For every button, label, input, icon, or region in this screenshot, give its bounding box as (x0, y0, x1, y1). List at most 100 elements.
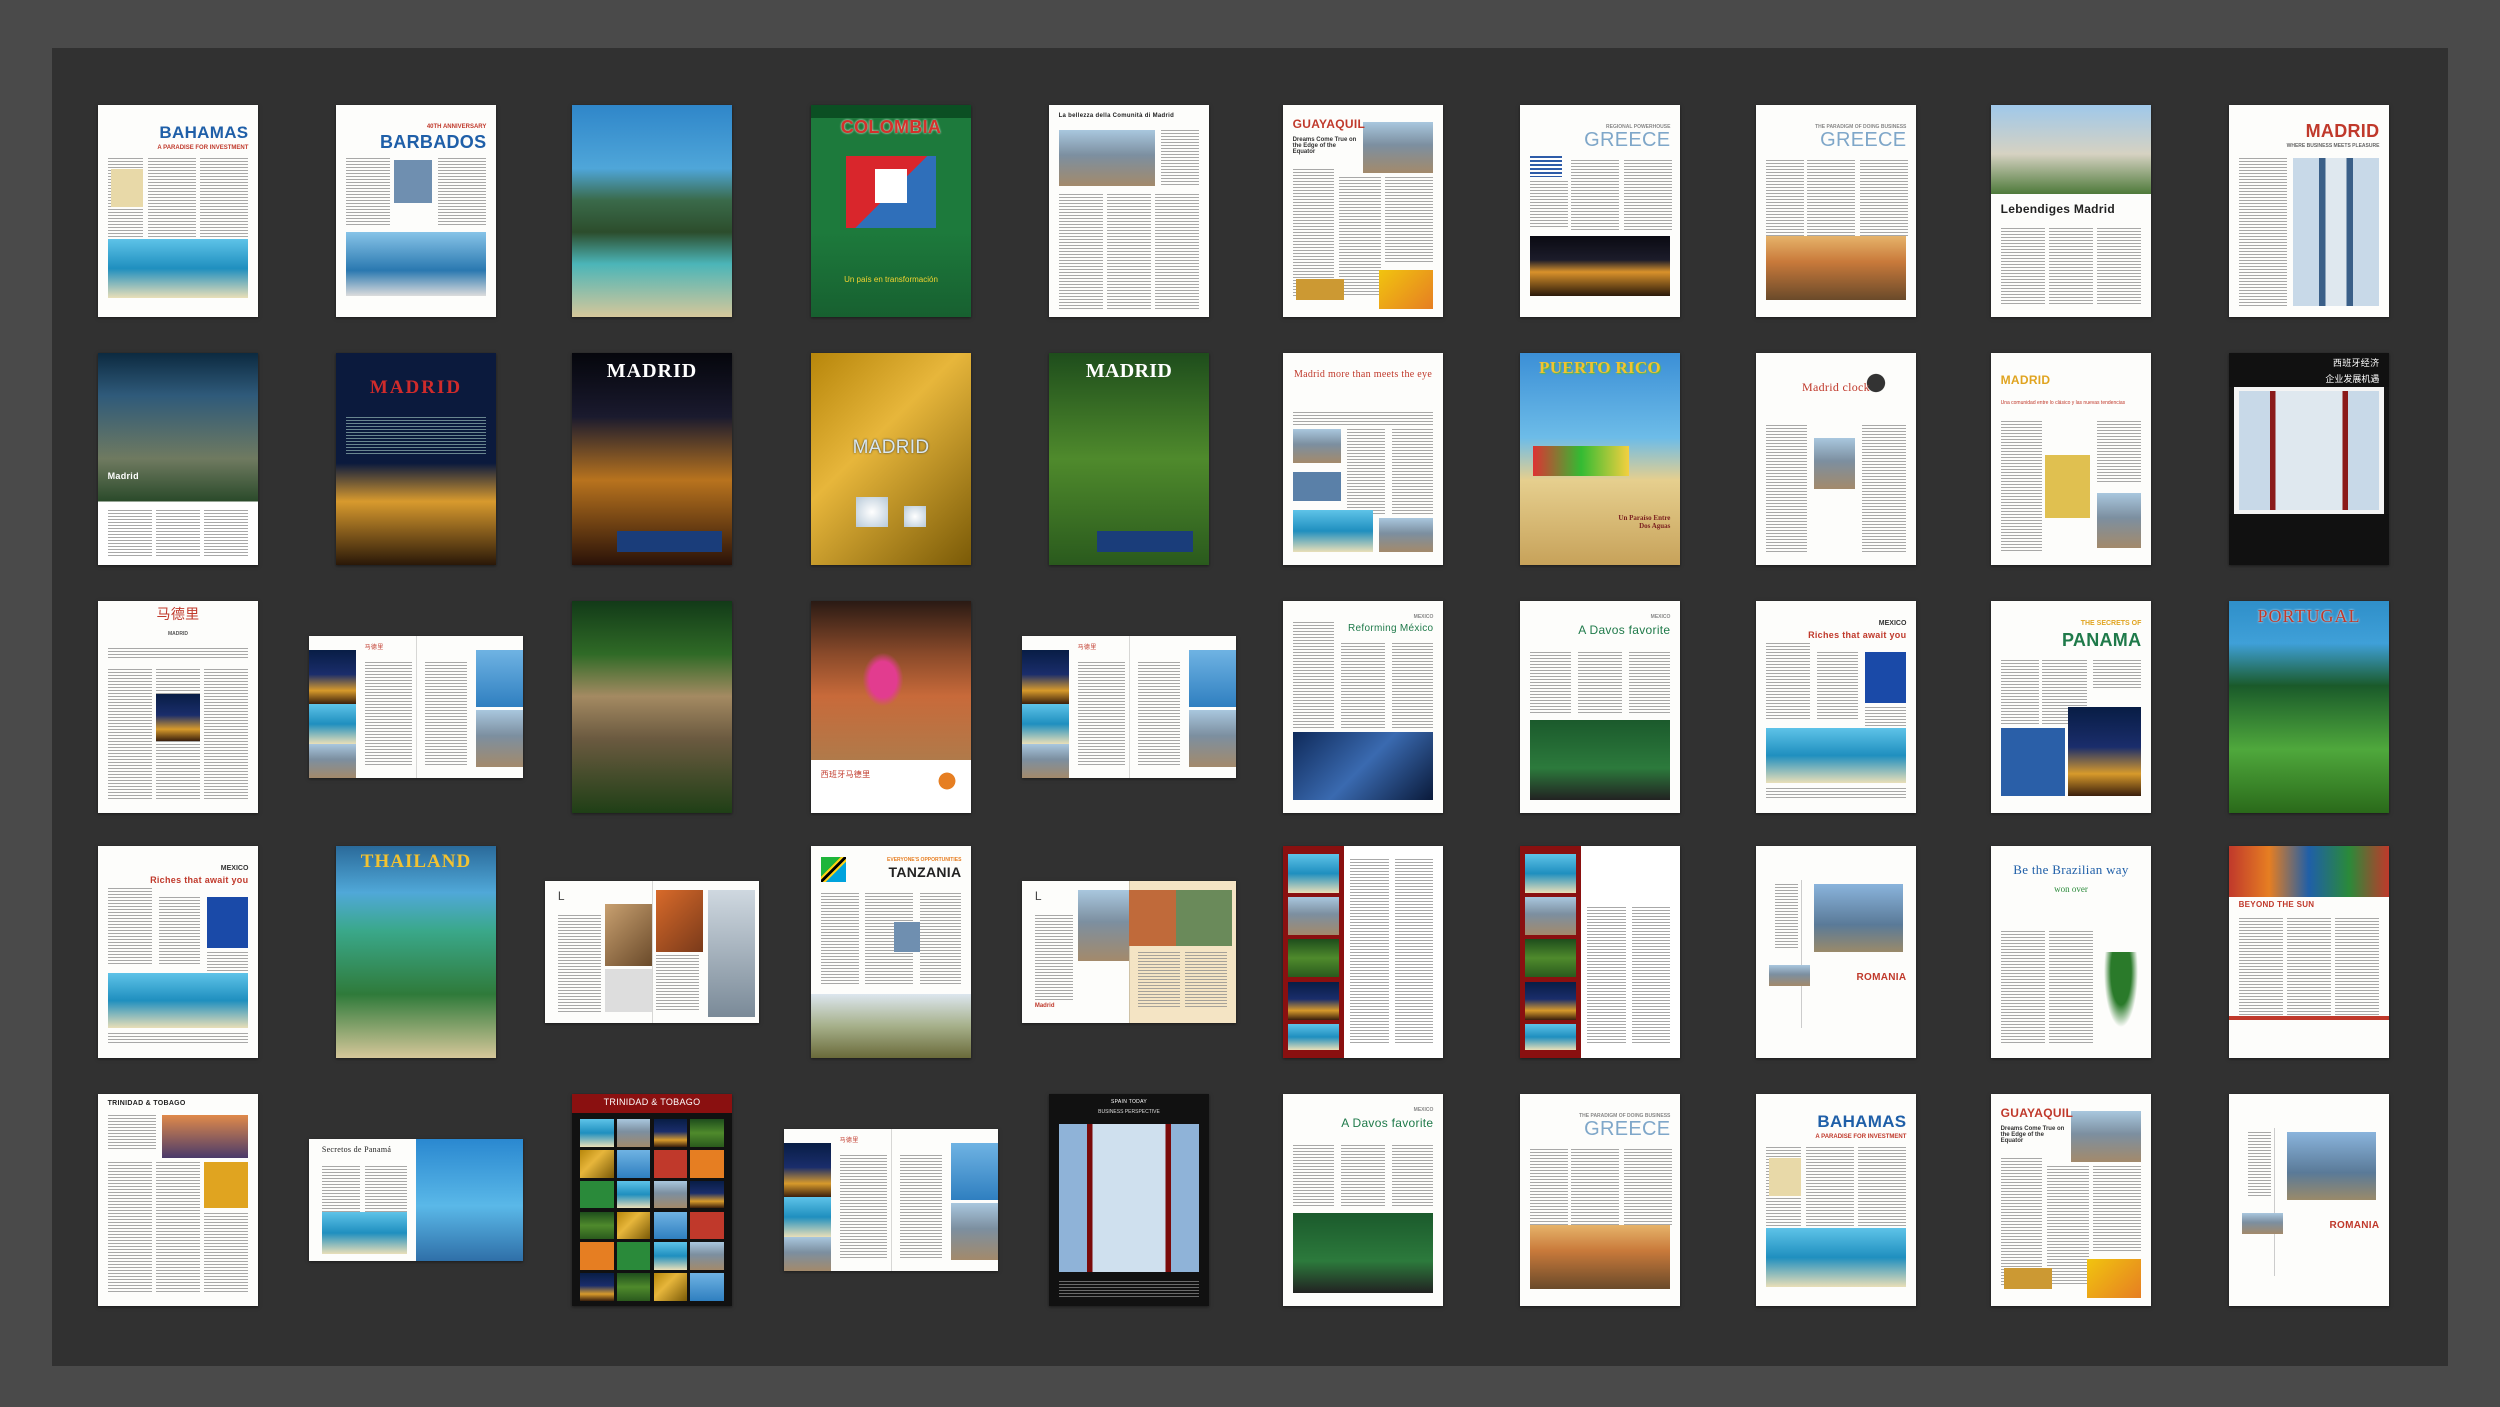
thumbnail-panama[interactable]: THE SECRETS OF PANAMA (1991, 601, 2151, 813)
thumbnail-romania-2[interactable]: ROMANIA (2229, 1094, 2389, 1306)
text-column (1184, 952, 1228, 1009)
text-column (107, 1032, 249, 1046)
page-subtitle: Dreams Come True on the Edge of the Equa… (2000, 1125, 2065, 1144)
photo (1813, 437, 1856, 489)
thumbnail-beyond-sun[interactable]: BEYOND THE SUN (2229, 846, 2389, 1058)
photo (616, 531, 723, 553)
page-title: La bellezza della Comunità di Madrid (1058, 113, 1175, 120)
thumbnail-madrid-zh[interactable]: 西班牙经济 企业发展机遇 (2229, 353, 2389, 565)
thumbnail-bullfight[interactable]: 西班牙马德里 (811, 601, 971, 813)
text-column (1775, 884, 1798, 948)
photo (1584, 854, 1674, 906)
photo (2286, 1132, 2377, 1200)
text-column (656, 954, 700, 1012)
thumbnail-red-collage-1[interactable] (1283, 846, 1443, 1058)
thumbnail-madrid-zh-2[interactable]: 马德里 MADRID (98, 601, 258, 813)
page-title: THAILAND (360, 851, 472, 873)
text-column (1571, 160, 1620, 233)
thumbnail-madrid-escorial[interactable]: Madrid (98, 353, 258, 565)
thumbnail-madrid-1[interactable]: MADRID WHERE BUSINESS MEETS PLEASURE (2229, 105, 2389, 317)
text-column (158, 896, 201, 965)
text-column (147, 158, 196, 243)
thumbnail-barbados[interactable]: 40TH ANNIVERSARY BARBADOS (336, 105, 496, 317)
thumbnail-madrid-zh-spread-2[interactable]: 马德里 (1022, 636, 1236, 778)
thumbnail-trinidad-1[interactable]: TRINIDAD & TOBAGO (98, 1094, 258, 1306)
page-title: BEYOND THE SUN (2238, 900, 2315, 910)
thumbnail-bahamas-1[interactable]: BAHAMAS A PARADISE FOR INVESTMENT (98, 105, 258, 317)
thumbnail-zh-spread-3[interactable]: 马德里 (784, 1129, 998, 1271)
thumbnail-greece-3[interactable]: THE PARADIGM OF DOING BUSINESS GREECE (1520, 1094, 1680, 1306)
thumbnail-madrid-eye[interactable]: Madrid more than meets the eye (1283, 353, 1443, 565)
thumbnail-madrid-5[interactable]: MADRID (1049, 353, 1209, 565)
page-title: MADRID (606, 360, 698, 383)
thumbnail-madrid-zh-spread[interactable]: 马德里 (309, 636, 523, 778)
thumbnail-mexico-4[interactable]: MEXICO Riches that await you (98, 846, 258, 1058)
text-column (364, 661, 412, 767)
photo (1292, 429, 1341, 464)
text-column (2000, 420, 2043, 553)
photo (2000, 728, 2065, 797)
photo (1379, 270, 1434, 309)
thumbnail-colombia[interactable]: COLOMBIA Un país en transformación (811, 105, 971, 317)
thumbnail-greece-2[interactable]: THE PARADIGM OF DOING BUSINESS GREECE (1756, 105, 1916, 317)
page-title: BAHAMAS (159, 123, 249, 143)
thumbnail-romania-1[interactable]: ROMANIA (1756, 846, 1916, 1058)
thumbnail-towers-cover[interactable]: SPAIN TODAY BUSINESS PERSPECTIVE (1049, 1094, 1209, 1306)
photo (875, 168, 907, 203)
thumbnail-guayaquil-1[interactable]: GUAYAQUIL Dreams Come True on the Edge of… (1283, 105, 1443, 317)
thumbnail-madrid-4[interactable]: MADRID (811, 353, 971, 565)
text-column (155, 509, 201, 557)
photo (950, 1143, 998, 1200)
photo (653, 1242, 688, 1270)
text-column (345, 158, 391, 226)
page-subtitle: MEXICO (1413, 1106, 1434, 1113)
thumbnail-madrid-6[interactable]: MADRID Una comunidad entre lo clásico y l… (1991, 353, 2151, 565)
photo (1295, 278, 1344, 301)
text-column (1391, 643, 1434, 729)
thumbnail-madrid-spread[interactable]: L Madrid (1022, 881, 1236, 1023)
page-title: Lebendiges Madrid (2000, 201, 2116, 216)
photo (859, 647, 907, 712)
thumbnail-mexico-5[interactable]: MEXICO A Davos favorite (1283, 1094, 1443, 1306)
thumbnail-madrid-clock[interactable]: Madrid clock (1756, 353, 1916, 565)
thumbnail-madrid-de[interactable]: Lebendiges Madrid (1991, 105, 2151, 317)
thumbnail-greece-1[interactable]: REGIONAL POWERHOUSE GREECE (1520, 105, 1680, 317)
thumbnail-bahamas-2[interactable]: BAHAMAS A PARADISE FOR INVESTMENT (1756, 1094, 1916, 1306)
text-column (2238, 158, 2287, 307)
photo (653, 1119, 688, 1147)
page-subtitle: WHERE BUSINESS MEETS PLEASURE (2286, 143, 2380, 150)
text-column (107, 888, 153, 965)
thumbnail-brazil[interactable]: Be the Brazilian way won over (1991, 846, 2151, 1058)
thumbnail-madrid-3[interactable]: MADRID (572, 353, 732, 565)
thumbnail-mexico-3[interactable]: MEXICO Riches that await you (1756, 601, 1916, 813)
thumbnail-mexico-1[interactable]: MEXICO Reforming México (1283, 601, 1443, 813)
photo (2229, 846, 2389, 897)
photo (2067, 707, 2142, 797)
thumbnail-trinidad-2[interactable]: TRINIDAD & TOBAGO (572, 1094, 732, 1306)
thumbnail-panama-spread[interactable]: Secretos de Panamá (309, 1139, 523, 1261)
thumbnail-puerto-rico[interactable]: PUERTO RICO Un Paraíso Entre Dos Aguas (1520, 353, 1680, 565)
thumbnail-coast-photo[interactable] (572, 105, 732, 317)
photo (855, 497, 888, 527)
thumbnail-mexico-2[interactable]: MEXICO A Davos favorite (1520, 601, 1680, 813)
page-subtitle: A PARADISE FOR INVESTMENT (1815, 1134, 1907, 1141)
thumbnail-tanzania[interactable]: EVERYONE'S OPPORTUNITIES TANZANIA (811, 846, 971, 1058)
text-column (1137, 661, 1181, 767)
photo (1529, 155, 1562, 178)
text-column (1624, 1149, 1672, 1226)
thumbnail-red-collage-2[interactable] (1520, 846, 1680, 1058)
photo (784, 1143, 832, 1198)
thumbnail-madrid-it[interactable]: La bellezza della Comunità di Madrid (1049, 105, 1209, 317)
photo (580, 1180, 614, 1209)
thumbnail-portugal[interactable]: PORTUGAL (2229, 601, 2389, 813)
photo (1287, 981, 1339, 1020)
thumbnail-guayaquil-2[interactable]: GUAYAQUIL Dreams Come True on the Edge of… (1991, 1094, 2151, 1306)
thumbnail-escorial-photo[interactable] (572, 601, 732, 813)
photo (690, 1242, 724, 1270)
thumbnail-spread-architecture[interactable]: L (545, 881, 759, 1023)
photo (1292, 1212, 1434, 1294)
page-subtitle: MEXICO (220, 865, 249, 873)
page-title: GUAYAQUIL (1292, 116, 1366, 131)
thumbnail-thailand[interactable]: THAILAND (336, 846, 496, 1058)
thumbnail-madrid-2[interactable]: MADRID (336, 353, 496, 565)
